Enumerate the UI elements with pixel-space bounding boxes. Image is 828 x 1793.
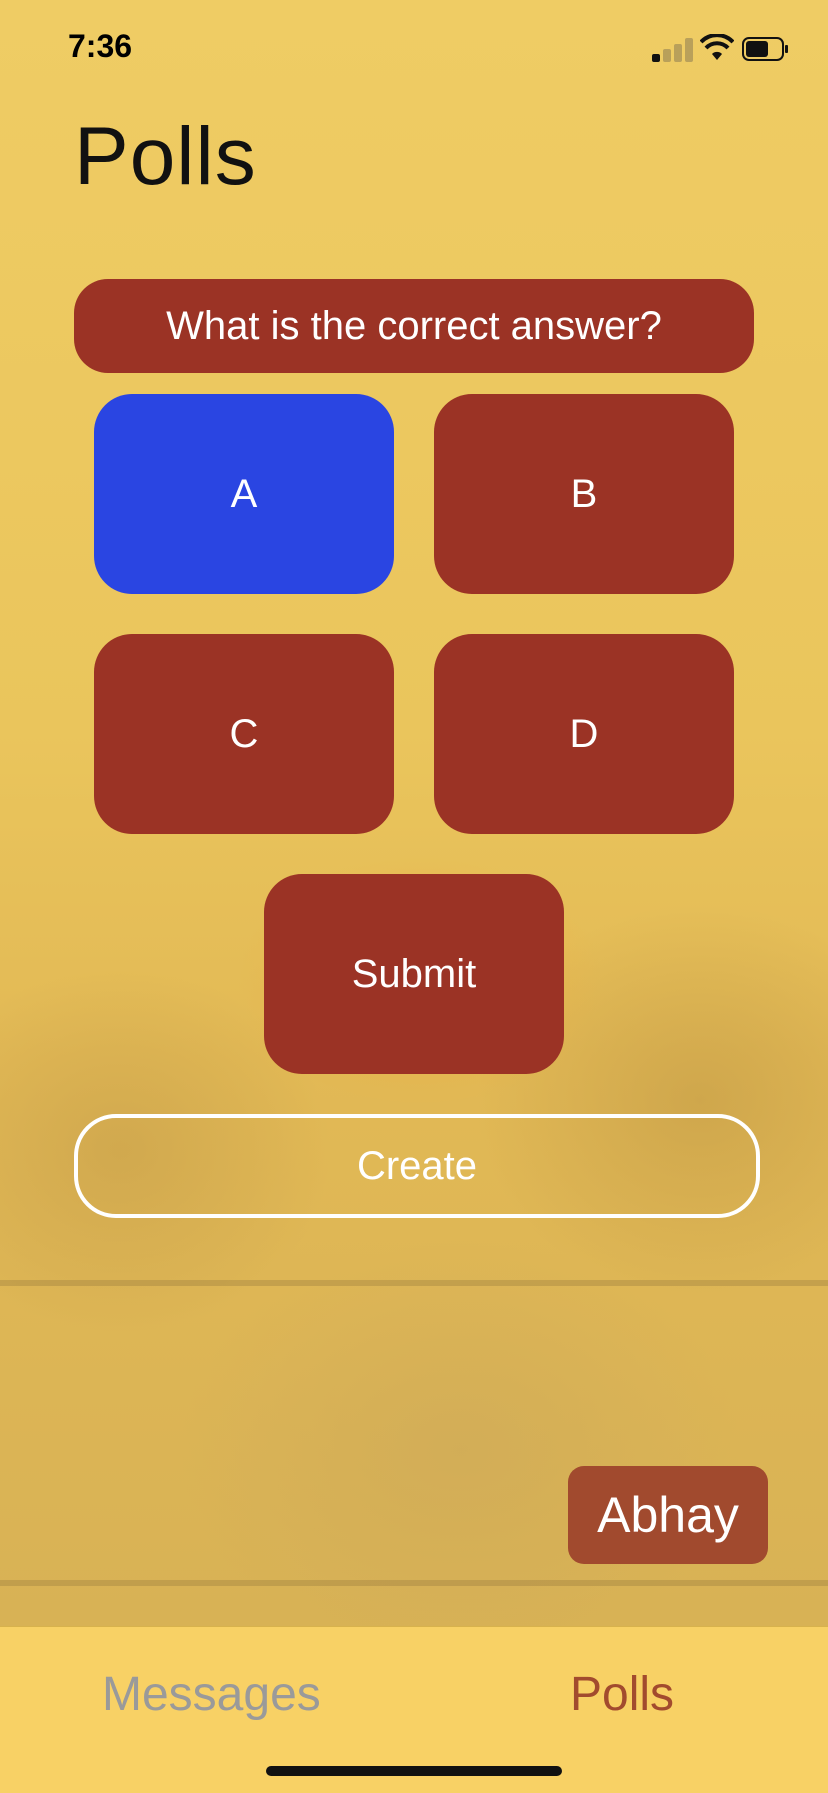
status-time: 7:36	[68, 28, 133, 64]
option-c-button[interactable]: C	[94, 634, 394, 834]
option-b-button[interactable]: B	[434, 394, 734, 594]
home-indicator[interactable]	[266, 1766, 562, 1776]
option-d-button[interactable]: D	[434, 634, 734, 834]
create-button[interactable]: Create	[74, 1114, 760, 1218]
wifi-icon	[700, 34, 734, 60]
poll-question: What is the correct answer?	[74, 279, 754, 373]
user-badge[interactable]: Abhay	[568, 1466, 768, 1564]
fence-rail	[0, 1280, 828, 1286]
page-title: Polls	[74, 111, 257, 202]
status-bar: 7:36	[0, 0, 828, 100]
submit-button[interactable]: Submit	[264, 874, 564, 1074]
option-a-button[interactable]: A	[94, 394, 394, 594]
battery-icon	[742, 37, 788, 61]
tab-polls[interactable]: Polls	[570, 1667, 674, 1722]
tab-messages[interactable]: Messages	[102, 1667, 321, 1722]
fence-rail	[0, 1580, 828, 1586]
signal-icon	[652, 38, 704, 62]
